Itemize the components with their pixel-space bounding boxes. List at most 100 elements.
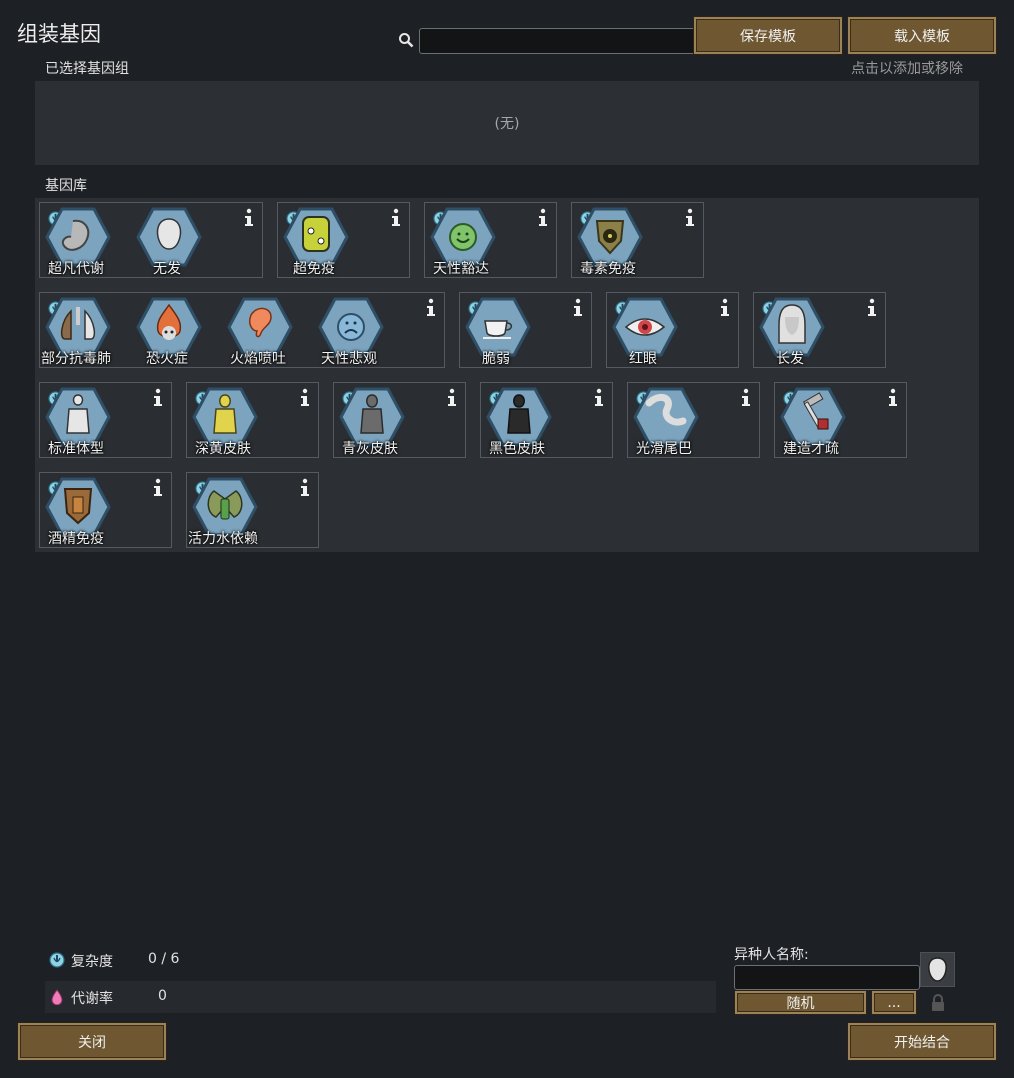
add-remove-hint: 点击以添加或移除 [851, 61, 963, 77]
gene-item[interactable]: 天性悲观 [304, 297, 394, 367]
gene-item[interactable]: 超免疫 [269, 207, 359, 277]
gene-name: 无发 [153, 261, 181, 277]
info-icon[interactable] [151, 478, 165, 498]
load-template-button[interactable]: 载入模板 [848, 17, 996, 54]
gene-name: 活力水依赖 [188, 531, 258, 547]
info-icon[interactable] [718, 298, 732, 318]
info-icon[interactable] [445, 388, 459, 408]
page-title: 组装基因 [17, 22, 101, 46]
gene-item[interactable]: 黑色皮肤 [472, 387, 562, 457]
gene-item[interactable]: 超凡代谢 [31, 207, 121, 277]
gene-name: 黑色皮肤 [489, 441, 545, 457]
xenotype-name-label: 异种人名称: [734, 947, 809, 963]
gene-group[interactable]: 0超免疫 [277, 202, 410, 278]
gene-group[interactable]: 0毒素免疫 [571, 202, 704, 278]
gene-name: 天性悲观 [321, 351, 377, 367]
gene-library-panel: 0超凡代谢无发0超免疫0天性豁达0毒素免疫0部分抗毒肺恐火症火焰喷吐天性悲观0脆… [35, 198, 979, 552]
gene-name: 脆弱 [482, 351, 510, 367]
gene-item[interactable]: 活力水依赖 [178, 477, 268, 547]
gene-item[interactable]: 标准体型 [31, 387, 121, 457]
start-combine-button[interactable]: 开始结合 [848, 1023, 996, 1060]
gene-group[interactable]: 0活力水依赖 [186, 472, 319, 548]
info-icon[interactable] [683, 208, 697, 228]
gene-group[interactable]: 0超凡代谢无发 [39, 202, 263, 278]
gene-group[interactable]: 0酒精免疫 [39, 472, 172, 548]
gene-name: 长发 [776, 351, 804, 367]
gene-name: 建造才疏 [783, 441, 839, 457]
gene-group[interactable]: 0青灰皮肤 [333, 382, 466, 458]
info-icon[interactable] [865, 298, 879, 318]
empty-text: (无) [494, 116, 520, 132]
gene-name: 青灰皮肤 [342, 441, 398, 457]
gene-group[interactable]: 0建造才疏 [774, 382, 907, 458]
info-icon[interactable] [298, 388, 312, 408]
gene-item[interactable]: 光滑尾巴 [619, 387, 709, 457]
gene-group[interactable]: 0红眼 [606, 292, 739, 368]
gene-group[interactable]: 0脆弱 [459, 292, 592, 368]
gene-group[interactable]: 0深黄皮肤 [186, 382, 319, 458]
selected-genes-label: 已选择基因组 [45, 61, 129, 77]
gene-name: 超免疫 [293, 261, 335, 277]
metabolism-label: 代谢率 [71, 991, 113, 1007]
lock-icon[interactable] [930, 994, 946, 1012]
gene-item[interactable]: 长发 [745, 297, 835, 367]
gene-name: 光滑尾巴 [636, 441, 692, 457]
info-icon[interactable] [571, 298, 585, 318]
gene-item[interactable]: 部分抗毒肺 [31, 297, 121, 367]
search-input[interactable] [419, 28, 697, 54]
search-icon [399, 33, 414, 48]
gene-item[interactable]: 深黄皮肤 [178, 387, 268, 457]
metabolism-row: 代谢率 0 [45, 981, 716, 1013]
gene-item[interactable]: 脆弱 [451, 297, 541, 367]
gene-library-label: 基因库 [45, 178, 87, 194]
xenotype-name-input[interactable] [734, 965, 920, 990]
info-icon[interactable] [242, 208, 256, 228]
more-options-button[interactable]: ... [872, 991, 916, 1014]
gene-name: 部分抗毒肺 [41, 351, 111, 367]
info-icon[interactable] [298, 478, 312, 498]
info-icon[interactable] [389, 208, 403, 228]
gene-item[interactable]: 红眼 [598, 297, 688, 367]
gene-name: 酒精免疫 [48, 531, 104, 547]
gene-name: 超凡代谢 [48, 261, 104, 277]
gene-item[interactable]: 建造才疏 [766, 387, 856, 457]
gene-name: 标准体型 [48, 441, 104, 457]
info-icon[interactable] [151, 388, 165, 408]
selected-genes-panel: (无) [35, 81, 979, 165]
complexity-label: 复杂度 [71, 954, 113, 970]
gene-item[interactable]: 酒精免疫 [31, 477, 121, 547]
xenotype-icon-button[interactable] [920, 952, 955, 987]
gene-name: 深黄皮肤 [195, 441, 251, 457]
gene-group[interactable]: 0长发 [753, 292, 886, 368]
metabolism-value: 0 [158, 988, 167, 1004]
gene-group[interactable]: 0天性豁达 [424, 202, 557, 278]
gene-name: 火焰喷吐 [230, 351, 286, 367]
complexity-row: 复杂度 0 / 6 [45, 944, 716, 976]
gene-name: 红眼 [629, 351, 657, 367]
gene-name: 天性豁达 [433, 261, 489, 277]
gene-item[interactable]: 恐火症 [122, 297, 212, 367]
complexity-icon [49, 952, 65, 968]
gene-item[interactable]: 无发 [122, 207, 212, 277]
gene-name: 毒素免疫 [580, 261, 636, 277]
gene-item[interactable]: 天性豁达 [416, 207, 506, 277]
info-icon[interactable] [886, 388, 900, 408]
close-button[interactable]: 关闭 [18, 1023, 166, 1060]
gene-group[interactable]: 0部分抗毒肺恐火症火焰喷吐天性悲观 [39, 292, 445, 368]
info-icon[interactable] [592, 388, 606, 408]
info-icon[interactable] [536, 208, 550, 228]
gene-item[interactable]: 毒素免疫 [563, 207, 653, 277]
xenotype-icon [928, 957, 947, 982]
gene-group[interactable]: 0光滑尾巴 [627, 382, 760, 458]
gene-name: 恐火症 [146, 351, 188, 367]
info-icon[interactable] [739, 388, 753, 408]
gene-group[interactable]: 0黑色皮肤 [480, 382, 613, 458]
gene-group[interactable]: 0标准体型 [39, 382, 172, 458]
info-icon[interactable] [424, 298, 438, 318]
gene-item[interactable]: 青灰皮肤 [325, 387, 415, 457]
gene-item[interactable]: 火焰喷吐 [213, 297, 303, 367]
metabolism-icon [51, 989, 63, 1005]
save-template-button[interactable]: 保存模板 [694, 17, 842, 54]
complexity-value: 0 / 6 [148, 951, 180, 967]
random-name-button[interactable]: 随机 [735, 991, 866, 1014]
